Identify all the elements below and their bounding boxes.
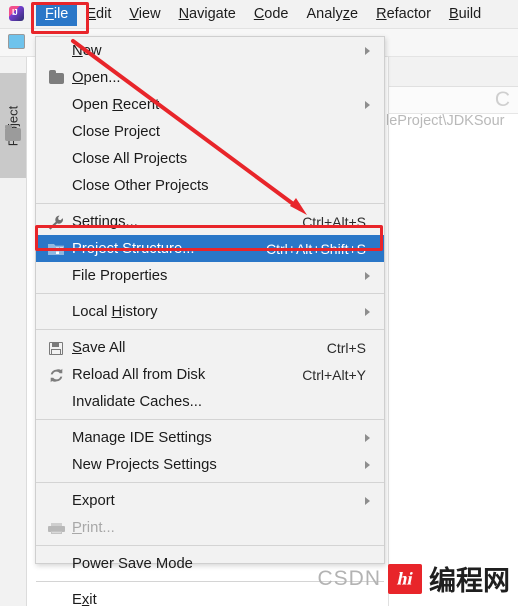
file-menu-item-label: Save All bbox=[72, 339, 126, 356]
file-menu-item-invalidate-caches[interactable]: Invalidate Caches... bbox=[36, 388, 384, 415]
menubar-item-edit[interactable]: Edit bbox=[77, 2, 120, 26]
folder-open-icon bbox=[46, 69, 68, 87]
submenu-chevron-right-icon bbox=[365, 496, 370, 505]
file-menu-item-shortcut: Ctrl+Alt+Y bbox=[302, 366, 366, 383]
submenu-chevron-right-icon bbox=[365, 307, 370, 316]
file-menu-item-new-projects-settings[interactable]: New Projects Settings bbox=[36, 451, 384, 478]
submenu-chevron-right-icon bbox=[365, 271, 370, 280]
menu-icon-placeholder bbox=[46, 555, 68, 573]
file-menu-item-project-structure[interactable]: Project Structure... Ctrl+Alt+Shift+S bbox=[36, 235, 384, 262]
menu-bar: IJ File Edit View Navigate Code Analyze Refact… bbox=[0, 0, 518, 29]
menu-separator bbox=[36, 545, 384, 546]
menubar-item-build[interactable]: Build bbox=[440, 2, 490, 26]
menu-separator bbox=[36, 482, 384, 483]
menu-icon-placeholder bbox=[46, 177, 68, 195]
menubar-item-refactor[interactable]: Refactor bbox=[367, 2, 440, 26]
window-icon[interactable] bbox=[8, 34, 25, 49]
screenshot-root: Project C leProject\JDKSour IJ File Edit V… bbox=[0, 0, 518, 606]
submenu-chevron-right-icon bbox=[365, 100, 370, 109]
menu-separator bbox=[36, 203, 384, 204]
file-menu-item-new[interactable]: New bbox=[36, 37, 384, 64]
menu-separator bbox=[36, 293, 384, 294]
file-menu-item-label: New Projects Settings bbox=[72, 456, 217, 473]
file-menu-item-close-project[interactable]: Close Project bbox=[36, 118, 384, 145]
print-icon bbox=[46, 519, 68, 537]
save-icon bbox=[46, 339, 68, 357]
file-menu-item-print: Print... bbox=[36, 514, 384, 541]
file-menu-item-reload-all-from-disk[interactable]: Reload All from Disk Ctrl+Alt+Y bbox=[36, 361, 384, 388]
menu-icon-placeholder bbox=[46, 429, 68, 447]
file-menu-item-close-other-projects[interactable]: Close Other Projects bbox=[36, 172, 384, 199]
file-menu-item-label: Export bbox=[72, 492, 115, 509]
submenu-chevron-right-icon bbox=[365, 46, 370, 55]
reload-icon bbox=[46, 366, 68, 384]
editor-ghost-glyph: C bbox=[494, 88, 510, 111]
file-menu-item-manage-ide-settings[interactable]: Manage IDE Settings bbox=[36, 424, 384, 451]
file-menu-item-label: Close Other Projects bbox=[72, 177, 209, 194]
editor-left-border bbox=[388, 57, 389, 606]
watermark-logo-icon: hi bbox=[388, 563, 422, 594]
wrench-icon bbox=[46, 213, 68, 231]
file-menu-item-label: Exit bbox=[72, 591, 97, 606]
file-menu-dropdown[interactable]: New Open... Open Recent Close Project Close … bbox=[35, 36, 385, 606]
file-menu-item-label: Invalidate Caches... bbox=[72, 393, 202, 410]
menu-icon-placeholder bbox=[46, 303, 68, 321]
file-menu-item-open-recent[interactable]: Open Recent bbox=[36, 91, 384, 118]
menu-icon-placeholder bbox=[46, 492, 68, 510]
file-menu-item-file-properties[interactable]: File Properties bbox=[36, 262, 384, 289]
file-menu-item-label: Open Recent bbox=[72, 96, 160, 113]
watermark-csdn-text: CSDN bbox=[317, 566, 381, 590]
file-menu-item-label: File Properties bbox=[72, 267, 168, 284]
file-menu-item-shortcut: Ctrl+S bbox=[326, 339, 366, 356]
menu-icon-placeholder bbox=[46, 42, 68, 60]
submenu-chevron-right-icon bbox=[365, 433, 370, 442]
submenu-chevron-right-icon bbox=[365, 460, 370, 469]
menubar-item-navigate[interactable]: Navigate bbox=[170, 2, 245, 26]
file-menu-item-label: Local History bbox=[72, 303, 158, 320]
file-menu-item-label: Manage IDE Settings bbox=[72, 429, 212, 446]
file-menu-item-settings[interactable]: Settings... Ctrl+Alt+S bbox=[36, 208, 384, 235]
intellij-idea-logo-icon: IJ bbox=[8, 5, 26, 23]
menu-icon-placeholder bbox=[46, 123, 68, 141]
file-menu-item-label: Power Save Mode bbox=[72, 555, 193, 572]
editor-path-text: leProject\JDKSour bbox=[386, 113, 505, 129]
file-menu-item-label: Reload All from Disk bbox=[72, 366, 206, 383]
menu-icon-placeholder bbox=[46, 96, 68, 114]
menubar-item-file[interactable]: File bbox=[36, 2, 78, 26]
watermark-site-text: 编程网 bbox=[429, 566, 510, 597]
file-menu-item-export[interactable]: Export bbox=[36, 487, 384, 514]
project-structure-icon bbox=[46, 240, 68, 258]
file-menu-item-label: Open... bbox=[72, 69, 121, 86]
menu-icon-placeholder bbox=[46, 456, 68, 474]
watermark: CSDN hi 编程网 bbox=[317, 559, 510, 598]
file-menu-item-label: New bbox=[72, 42, 102, 59]
editor-pane bbox=[388, 57, 518, 606]
file-menu-item-close-all-projects[interactable]: Close All Projects bbox=[36, 145, 384, 172]
logo-text: IJ bbox=[12, 8, 18, 17]
menubar-item-view[interactable]: View bbox=[120, 2, 169, 26]
watermark-logo-text: hi bbox=[395, 568, 415, 588]
file-menu-item-label: Close All Projects bbox=[72, 150, 188, 167]
file-menu-item-label: Settings... bbox=[72, 213, 138, 230]
menubar-item-code[interactable]: Code bbox=[245, 2, 298, 26]
file-menu-item-shortcut: Ctrl+Alt+S bbox=[302, 213, 366, 230]
file-menu-item-label: Project Structure... bbox=[72, 240, 195, 257]
file-menu-item-label: Print... bbox=[72, 519, 115, 536]
folder-icon bbox=[5, 125, 21, 141]
file-menu-item-shortcut: Ctrl+Alt+Shift+S bbox=[266, 240, 366, 257]
menu-icon-placeholder bbox=[46, 150, 68, 168]
menu-icon-placeholder bbox=[46, 591, 68, 606]
editor-tab-bar bbox=[388, 57, 518, 87]
file-menu-item-open[interactable]: Open... bbox=[36, 64, 384, 91]
menu-icon-placeholder bbox=[46, 393, 68, 411]
menu-separator bbox=[36, 419, 384, 420]
file-menu-item-local-history[interactable]: Local History bbox=[36, 298, 384, 325]
tool-window-tab-project[interactable]: Project bbox=[0, 73, 26, 178]
file-menu-item-label: Close Project bbox=[72, 123, 160, 140]
menu-icon-placeholder bbox=[46, 267, 68, 285]
menubar-item-analyze[interactable]: Analyze bbox=[298, 2, 368, 26]
menu-separator bbox=[36, 329, 384, 330]
file-menu-item-save-all[interactable]: Save All Ctrl+S bbox=[36, 334, 384, 361]
